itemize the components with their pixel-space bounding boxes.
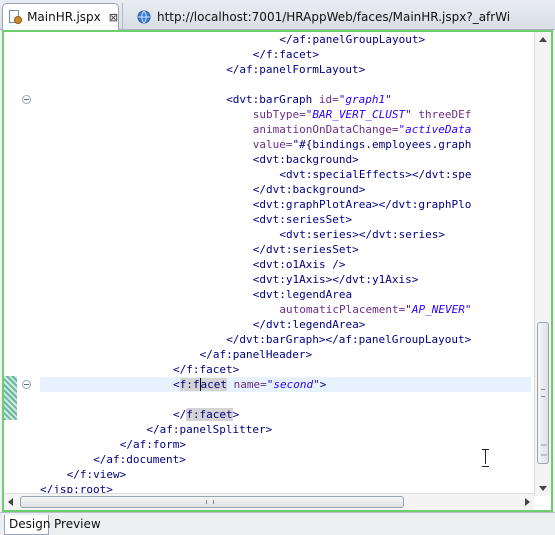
- code-line[interactable]: </f:facet>: [253, 47, 319, 62]
- code-token: <dvt:series></dvt:series>: [279, 228, 445, 241]
- scroll-right-icon[interactable]: [525, 498, 530, 506]
- code-token: </af:panelGroupLayout>: [279, 33, 426, 46]
- text-cursor-icon: [482, 449, 489, 467]
- code-line[interactable]: </af:form>: [120, 437, 186, 452]
- code-token: </af:document>: [93, 453, 186, 466]
- code-token: "activeData: [398, 123, 472, 136]
- code-token: <dvt:seriesSet>: [252, 213, 353, 226]
- code-line[interactable]: <dvt:graphPlotArea></dvt:graphPlo: [253, 197, 472, 212]
- editor-tab-bar: MainHR.jspx ⊠ http://localhost:7001/HRAp…: [0, 0, 555, 30]
- code-line[interactable]: </dvt:background>: [253, 182, 366, 197]
- code-line[interactable]: </f:facet>: [173, 407, 239, 422]
- code-token: id=: [318, 93, 339, 106]
- code-token: </f:facet>: [173, 363, 240, 376]
- code-token: subType=: [252, 108, 306, 121]
- fold-toggle-icon[interactable]: [22, 380, 31, 389]
- code-token: <dvt:legendArea: [252, 288, 353, 301]
- code-token: <dvt:y1Axis></dvt:y1Axis>: [252, 273, 419, 286]
- code-line[interactable]: </af:panelSplitter>: [146, 422, 272, 437]
- code-line[interactable]: <f:facet name="second">: [173, 377, 326, 392]
- tab-design[interactable]: Design: [4, 515, 50, 535]
- code-line[interactable]: </af:panelHeader>: [200, 347, 313, 362]
- code-token: "#{bindings.employees.graph: [292, 138, 472, 151]
- code-token: </f:view>: [66, 468, 127, 481]
- code-line[interactable]: <dvt:legendArea: [253, 287, 352, 302]
- source-editor: </af:panelGroupLayout> </f:facet> </af:pan…: [2, 30, 553, 512]
- code-token: automaticPlacement=: [279, 303, 406, 316]
- code-line[interactable]: <dvt:seriesSet>: [253, 212, 352, 227]
- fold-toggle-icon[interactable]: [22, 95, 31, 104]
- code-line[interactable]: <dvt:specialEffects></dvt:spe: [279, 167, 471, 182]
- code-token: </af:form>: [119, 438, 187, 451]
- code-area[interactable]: </af:panelGroupLayout> </f:facet> </af:pan…: [40, 32, 531, 496]
- code-token: <dvt:specialEffects></dvt:spe: [279, 168, 472, 181]
- scroll-down-icon[interactable]: [539, 486, 547, 491]
- code-line[interactable]: </dvt:barGraph></af:panelGroupLayout>: [226, 332, 471, 347]
- tab-mainhr-jspx[interactable]: MainHR.jspx ⊠: [2, 3, 119, 30]
- editor-mode-tabs: Design Preview: [0, 512, 555, 535]
- jspx-file-icon: [7, 9, 22, 25]
- tab-label: MainHR.jspx: [27, 10, 101, 24]
- code-token: name=: [227, 378, 267, 391]
- scroll-left-icon[interactable]: [8, 498, 13, 506]
- tab-preview[interactable]: Preview: [50, 515, 101, 535]
- code-line[interactable]: </af:document>: [93, 452, 186, 467]
- scroll-up-icon[interactable]: [539, 37, 547, 42]
- vertical-scroll-thumb[interactable]: [537, 322, 549, 464]
- code-token: <dvt:background>: [252, 153, 359, 166]
- change-marker: [4, 376, 17, 420]
- close-tab-icon[interactable]: ⊠: [109, 11, 118, 24]
- code-token: </dvt:legendArea>: [252, 318, 366, 331]
- code-token: </af:panelFormLayout>: [226, 63, 366, 76]
- code-token: </dvt:seriesSet>: [252, 243, 359, 256]
- code-line[interactable]: <dvt:series></dvt:series>: [279, 227, 445, 242]
- overview-marker[interactable]: [541, 454, 547, 456]
- code-token: <dvt:o1Axis />: [252, 258, 346, 271]
- code-line[interactable]: value="#{bindings.employees.graph: [253, 137, 472, 152]
- code-line[interactable]: </af:panelFormLayout>: [226, 62, 365, 77]
- code-token: f:f: [179, 378, 200, 391]
- code-token: </dvt:background>: [252, 183, 366, 196]
- code-token: <: [173, 378, 180, 391]
- code-token: </af:panelSplitter>: [146, 423, 273, 436]
- vertical-scrollbar[interactable]: [534, 32, 551, 496]
- code-line[interactable]: animationOnDataChange="activeData: [253, 122, 472, 137]
- code-line[interactable]: </f:view>: [67, 467, 127, 482]
- code-token: <dvt:graphPlotArea></dvt:graphPlo: [252, 198, 472, 211]
- code-token: "AP_NEVER": [405, 303, 472, 316]
- horizontal-scroll-thumb[interactable]: [20, 496, 404, 508]
- code-token: >: [319, 378, 327, 391]
- code-token: <dvt:barGraph: [226, 93, 319, 106]
- globe-icon: [137, 10, 151, 23]
- tab-browser-preview[interactable]: http://localhost:7001/HRAppWeb/faces/Mai…: [122, 3, 552, 30]
- code-line[interactable]: subType="BAR_VERT_CLUST" threeDEf: [253, 107, 472, 122]
- code-token: "graph1": [338, 93, 392, 106]
- overview-marker[interactable]: [541, 444, 547, 446]
- code-line[interactable]: </dvt:legendArea>: [253, 317, 366, 332]
- code-token: f:facet: [186, 408, 233, 421]
- fold-gutter: [17, 32, 39, 510]
- code-token: acet: [200, 378, 227, 391]
- code-token: "BAR_VERT_CLUST": [305, 108, 412, 121]
- code-line[interactable]: <dvt:barGraph id="graph1": [226, 92, 392, 107]
- code-token: "second": [266, 378, 320, 391]
- code-line[interactable]: <dvt:o1Axis />: [253, 257, 346, 272]
- code-line[interactable]: automaticPlacement="AP_NEVER": [279, 302, 471, 317]
- code-token: value=: [252, 138, 293, 151]
- code-token: threeDEf: [411, 108, 472, 121]
- code-token: >: [232, 408, 240, 421]
- code-token: </f:facet>: [252, 48, 320, 61]
- code-line[interactable]: </f:facet>: [173, 362, 239, 377]
- code-token: animationOnDataChange=: [252, 123, 399, 136]
- horizontal-scrollbar[interactable]: [4, 493, 534, 510]
- code-token: </dvt:barGraph></af:panelGroupLayout>: [226, 333, 472, 346]
- code-token: </af:panelHeader>: [199, 348, 313, 361]
- code-token: </: [173, 408, 187, 421]
- code-line[interactable]: </dvt:seriesSet>: [253, 242, 359, 257]
- code-line[interactable]: </af:panelGroupLayout>: [279, 32, 425, 47]
- code-line[interactable]: <dvt:background>: [253, 152, 359, 167]
- tab-label: http://localhost:7001/HRAppWeb/faces/Mai…: [157, 9, 511, 24]
- code-line[interactable]: <dvt:y1Axis></dvt:y1Axis>: [253, 272, 419, 287]
